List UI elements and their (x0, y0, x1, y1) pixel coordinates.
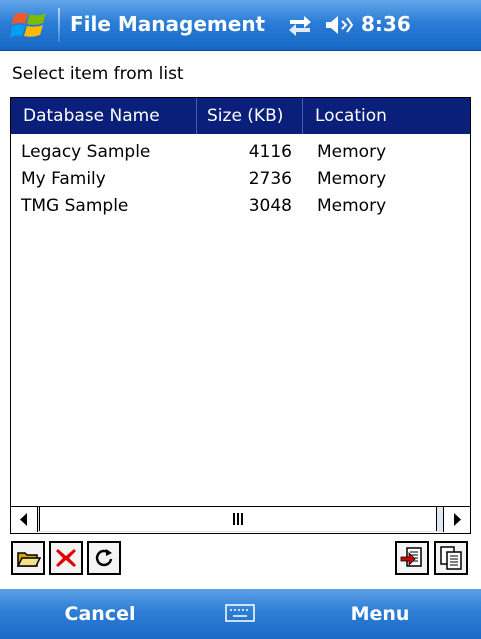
copy-document-icon (440, 546, 462, 570)
column-header-database-name[interactable]: Database Name (11, 98, 197, 134)
list-row[interactable]: My Family 2736 Memory (11, 166, 470, 193)
list-row[interactable]: Legacy Sample 4116 Memory (11, 139, 470, 166)
left-arrow-icon (20, 513, 27, 526)
cell-location: Memory (317, 169, 387, 189)
import-icon (400, 547, 422, 567)
title-bar: File Management 8:36 (0, 0, 481, 51)
horizontal-scrollbar[interactable] (11, 506, 470, 533)
column-header-size[interactable]: Size (KB) (197, 98, 303, 134)
instruction-label: Select item from list (12, 64, 184, 84)
connectivity-icon[interactable] (287, 13, 313, 37)
title-separator (58, 8, 60, 42)
menu-softkey[interactable]: Menu (310, 589, 450, 639)
open-folder-icon (16, 552, 41, 567)
refresh-button[interactable] (87, 541, 121, 575)
grip-icon (233, 513, 243, 525)
scroll-left-button[interactable] (11, 507, 38, 532)
database-list[interactable]: Database Name Size (KB) Location Legacy … (10, 97, 471, 534)
list-row[interactable]: TMG Sample 3048 Memory (11, 193, 470, 220)
scroll-right-button[interactable] (443, 507, 470, 532)
scrollbar-thumb[interactable] (39, 507, 437, 531)
cell-size: 3048 (248, 196, 292, 216)
window-title: File Management (70, 12, 266, 36)
refresh-icon (95, 549, 113, 567)
keyboard-icon[interactable] (225, 604, 255, 622)
clock[interactable]: 8:36 (361, 12, 411, 36)
import-button[interactable] (395, 541, 429, 575)
cancel-softkey[interactable]: Cancel (30, 589, 170, 639)
open-button[interactable] (11, 541, 45, 575)
cell-location: Memory (317, 196, 387, 216)
cell-location: Memory (317, 142, 387, 162)
cell-database-name: TMG Sample (21, 196, 129, 216)
cell-size: 4116 (248, 142, 292, 162)
right-arrow-icon (454, 513, 461, 526)
column-header-location[interactable]: Location (303, 98, 470, 134)
softkey-bar: Cancel Menu (0, 589, 481, 639)
list-header: Database Name Size (KB) Location (11, 98, 470, 134)
cell-database-name: Legacy Sample (21, 142, 151, 162)
delete-button[interactable] (49, 541, 83, 575)
volume-icon[interactable] (324, 13, 354, 37)
cell-size: 2736 (248, 169, 292, 189)
delete-icon (56, 549, 76, 567)
copy-button[interactable] (434, 541, 468, 575)
cell-database-name: My Family (21, 169, 106, 189)
windows-start-icon[interactable] (10, 9, 50, 41)
